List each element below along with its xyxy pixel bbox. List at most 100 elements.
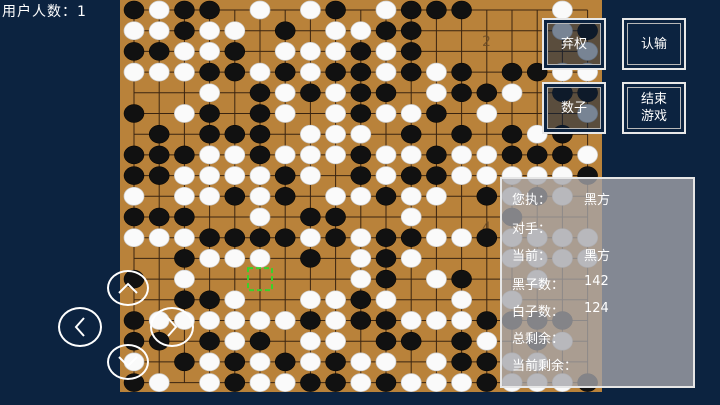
white-stone [300,290,321,310]
give-up-button[interactable]: 弃权 [542,18,606,70]
resign-button[interactable]: 认输 [622,18,686,70]
black-stone [325,62,346,82]
white-stone [249,207,271,227]
white-stone [350,373,372,392]
white-stone [300,145,321,165]
black-stone [123,311,145,330]
white-stone [249,62,271,82]
white-stone [325,145,346,165]
white-stone [400,311,422,330]
you-hold-label: 您执： [512,193,552,208]
white-stone [148,228,170,248]
black-stone [224,228,246,247]
white-stone [174,186,195,206]
white-stone [174,104,195,123]
white-stone [325,83,346,103]
black-stone [148,124,170,144]
black-stone [451,269,472,289]
white-stone [300,352,321,372]
black-stone [375,249,397,268]
count-stones-button[interactable]: 数子 [542,82,606,134]
black-count-label: 黑子数： [512,278,565,293]
nav-down-button[interactable] [107,344,149,380]
white-stone [199,373,220,392]
end-game-button[interactable]: 结束 游戏 [622,82,686,134]
black-stone [400,42,422,61]
give-up-label: 弃权 [560,36,587,52]
white-stone [224,331,246,351]
black-stone [274,228,296,247]
white-stone [300,0,321,20]
white-stone [274,373,296,392]
white-stone [224,311,246,330]
black-stone [123,104,145,123]
black-stone [350,42,372,61]
white-count-value: 124 [584,301,609,316]
black-stone [249,83,271,103]
black-stone [123,0,145,20]
black-count-row: 黑子数： 142 [512,274,609,293]
black-stone [249,145,271,165]
black-stone [350,311,372,330]
black-stone [174,0,195,20]
opponent-row: 对手： [512,218,551,237]
white-stone [400,207,422,227]
black-stone [375,331,397,351]
black-stone [300,249,321,268]
nav-left-button[interactable] [58,307,102,347]
black-stone [148,42,170,61]
white-stone [224,249,246,268]
white-stone [426,269,447,289]
black-stone [174,145,195,165]
white-stone [300,166,321,185]
black-stone [375,269,397,289]
white-stone [451,145,472,165]
white-stone [300,124,321,144]
black-stone [375,373,397,392]
black-stone [400,228,422,247]
black-stone [325,207,346,227]
white-stone [375,352,397,372]
black-stone [350,166,372,185]
black-stone [249,331,271,351]
black-stone [451,331,472,351]
black-stone [451,83,472,103]
white-stone [552,0,573,20]
white-stone [148,0,170,20]
white-stone [350,249,372,268]
black-stone [552,145,573,165]
black-stone [325,0,346,20]
white-stone [426,228,447,248]
black-stone [274,166,296,185]
white-stone [375,166,397,185]
white-stone [375,0,397,20]
black-stone [300,83,321,103]
nav-up-button[interactable] [107,270,149,306]
nav-right-button[interactable] [150,307,194,347]
black-stone [325,228,346,247]
black-stone [400,62,422,82]
black-stone [350,83,372,103]
white-stone [148,21,170,41]
white-stone [174,42,195,61]
white-count-label: 白子数： [512,305,565,320]
white-stone [325,186,346,206]
current-turn-value: 黑方 [584,249,611,264]
black-stone [174,352,195,372]
black-stone [224,62,246,82]
white-stone [249,249,271,268]
white-stone [249,0,271,20]
white-stone [350,21,372,41]
white-stone [123,228,145,248]
current-turn-label: 当前： [512,249,552,264]
black-stone [300,373,321,392]
white-stone [426,311,447,330]
black-stone [501,124,523,144]
down-icon [118,356,138,368]
white-stone [224,166,246,185]
white-stone [476,166,498,185]
white-stone [375,145,397,165]
white-stone [325,311,346,330]
white-stone [375,104,397,123]
white-stone [274,104,296,123]
